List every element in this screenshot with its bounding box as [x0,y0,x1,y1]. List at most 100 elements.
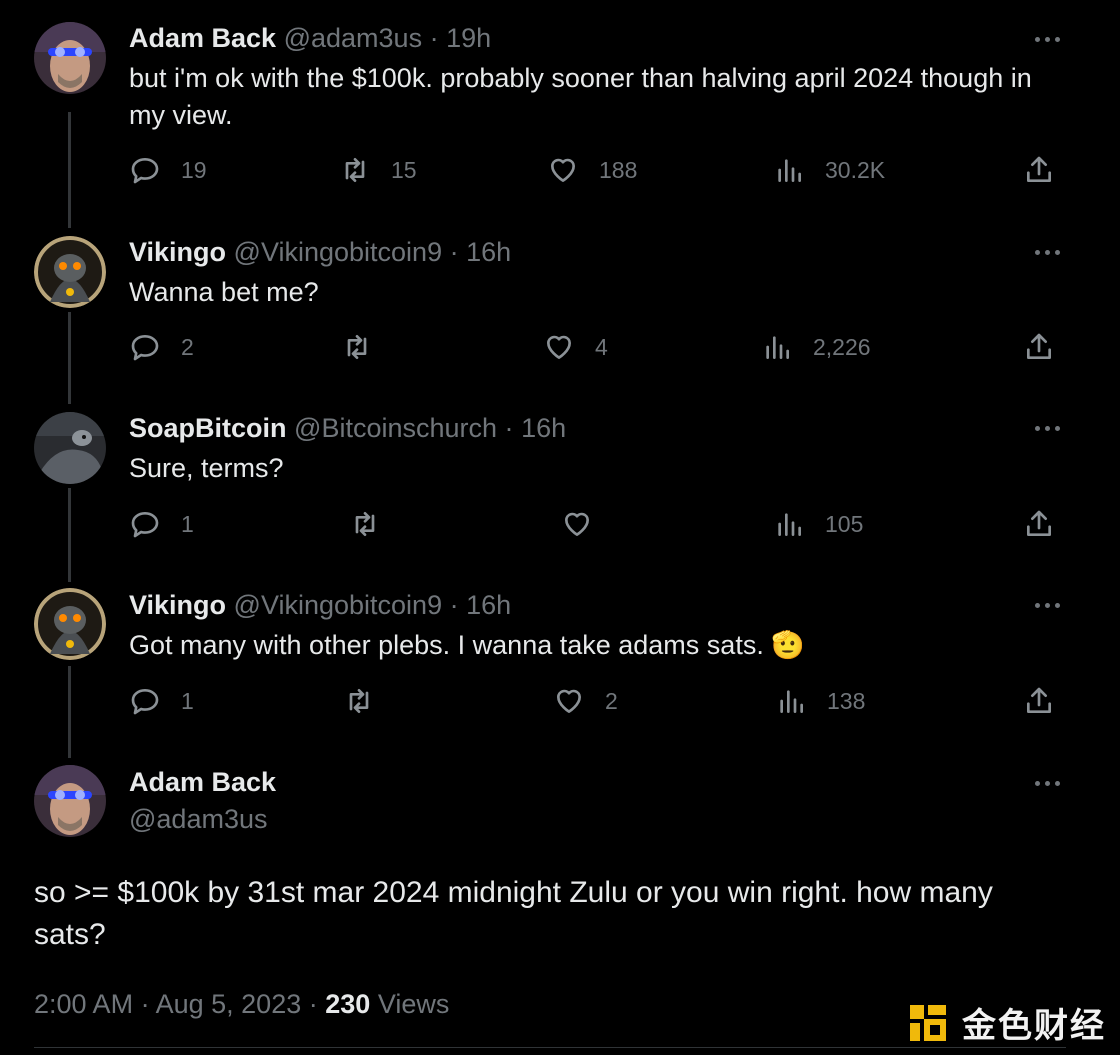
separator: · [429,23,439,53]
timestamp[interactable]: 16h [521,413,566,443]
repost-button[interactable] [343,685,395,717]
action-bar: 2 4 2,226 [129,331,1069,371]
more-icon[interactable] [1030,773,1064,793]
display-name[interactable]: SoapBitcoin [129,413,287,443]
like-count: 188 [599,156,638,183]
repost-button[interactable]: 15 [339,154,417,186]
action-bar: 1 2 138 [129,685,1069,725]
repost-icon [355,512,375,536]
repost-count: 15 [391,156,417,183]
reply-button[interactable]: 2 [129,331,194,363]
repost-icon [349,689,369,713]
action-bar: 1 105 [129,508,1069,548]
main-tweet-text: so >= $100k by 31st mar 2024 midnight Zu… [34,876,993,951]
tweet-date[interactable]: Aug 5, 2023 [156,989,302,1019]
reply-count: 19 [181,156,207,183]
tweet-time[interactable]: 2:00 AM [34,989,133,1019]
share-icon [1027,333,1051,359]
reply-icon [131,158,159,184]
separator: · [308,989,318,1019]
display-name[interactable]: Vikingo [129,237,226,267]
tweet-text: but i'm ok with the $100k. probably soon… [129,63,1032,130]
views-button[interactable]: 105 [773,508,863,540]
avatar[interactable] [34,588,106,660]
separator: · [140,989,150,1019]
tweet-header: Vikingo @Vikingobitcoin9 · 16h [129,236,511,268]
reply-count: 1 [181,687,194,714]
more-icon[interactable] [1030,595,1064,615]
more-icon[interactable] [1030,29,1064,49]
like-button[interactable]: 2 [553,685,618,717]
views-label: Views [377,989,450,1019]
reply-tweet[interactable]: SoapBitcoin @Bitcoinschurch · 16h Sure, … [0,406,1068,582]
reply-icon [131,335,159,361]
views-count: 138 [827,687,866,714]
views-count: 30.2K [825,156,886,183]
user-handle[interactable]: @Bitcoinschurch [294,413,497,443]
share-icon [1027,510,1051,536]
reply-button[interactable]: 1 [129,508,194,540]
separator: · [449,237,459,267]
timestamp[interactable]: 19h [446,23,491,53]
reply-tweet[interactable]: Adam Back @adam3us · 19h but i'm ok with… [0,0,1068,230]
views-button[interactable]: 138 [775,685,865,717]
like-button[interactable] [561,508,613,540]
display-name[interactable]: Adam Back [129,23,276,53]
avatar[interactable] [34,236,106,308]
tweet-header: SoapBitcoin @Bitcoinschurch · 16h [129,412,566,444]
user-handle[interactable]: @Vikingobitcoin9 [234,590,443,620]
views-icon [778,159,801,182]
avatar[interactable] [34,412,106,484]
conversation-thread: Adam Back @adam3us · 19h but i'm ok with… [0,0,1120,1055]
share-icon [1027,687,1051,713]
heart-icon [547,335,571,359]
watermark-text: 金色财经 [962,1006,1106,1046]
timestamp[interactable]: 16h [466,590,511,620]
repost-icon [347,335,367,359]
user-handle[interactable]: @Vikingobitcoin9 [234,237,443,267]
reply-tweet[interactable]: Vikingo @Vikingobitcoin9 · 16h Wanna bet… [0,230,1068,406]
repost-icon [345,158,365,182]
repost-button[interactable] [341,331,393,363]
tweet-metadata: 2:00 AM · Aug 5, 2023 · 230 Views [34,986,449,1022]
views-count: 2,226 [813,333,871,360]
tweet-header: Vikingo @Vikingobitcoin9 · 16h [129,589,511,621]
like-button[interactable]: 4 [543,331,608,363]
reply-tweet[interactable]: Vikingo @Vikingobitcoin9 · 16h Got many … [0,582,1068,760]
share-button[interactable] [1023,685,1055,717]
display-name[interactable]: Vikingo [129,590,226,620]
action-bar: 19 15 188 30.2K [129,154,1069,194]
heart-icon [565,512,589,536]
display-name[interactable]: Adam Back [129,766,276,798]
more-icon[interactable] [1030,418,1064,438]
reply-button[interactable]: 19 [129,154,207,186]
views-total[interactable]: 230 [325,989,370,1019]
timestamp[interactable]: 16h [466,237,511,267]
views-button[interactable]: 2,226 [761,331,871,363]
separator: · [504,413,514,443]
share-button[interactable] [1023,331,1055,363]
more-icon[interactable] [1030,242,1064,262]
like-count: 4 [595,333,608,360]
reply-button[interactable]: 1 [129,685,194,717]
share-button[interactable] [1023,154,1055,186]
like-button[interactable]: 188 [547,154,637,186]
separator: · [449,590,459,620]
avatar[interactable] [34,22,106,94]
repost-button[interactable] [349,508,401,540]
views-icon [780,690,803,713]
reply-icon [131,689,159,715]
views-button[interactable]: 30.2K [773,154,885,186]
user-handle[interactable]: @adam3us [129,803,267,835]
user-handle[interactable]: @adam3us [284,23,422,53]
views-icon [778,513,801,536]
like-count: 2 [605,687,618,714]
heart-icon [557,689,581,713]
share-button[interactable] [1023,508,1055,540]
avatar[interactable] [34,765,106,837]
views-count: 105 [825,510,864,537]
watermark: 金色财经 [906,998,1106,1047]
tweet-text: Got many with other plebs. I wanna take … [129,630,805,660]
reply-icon [131,512,159,538]
tweet-text: Sure, terms? [129,453,284,483]
